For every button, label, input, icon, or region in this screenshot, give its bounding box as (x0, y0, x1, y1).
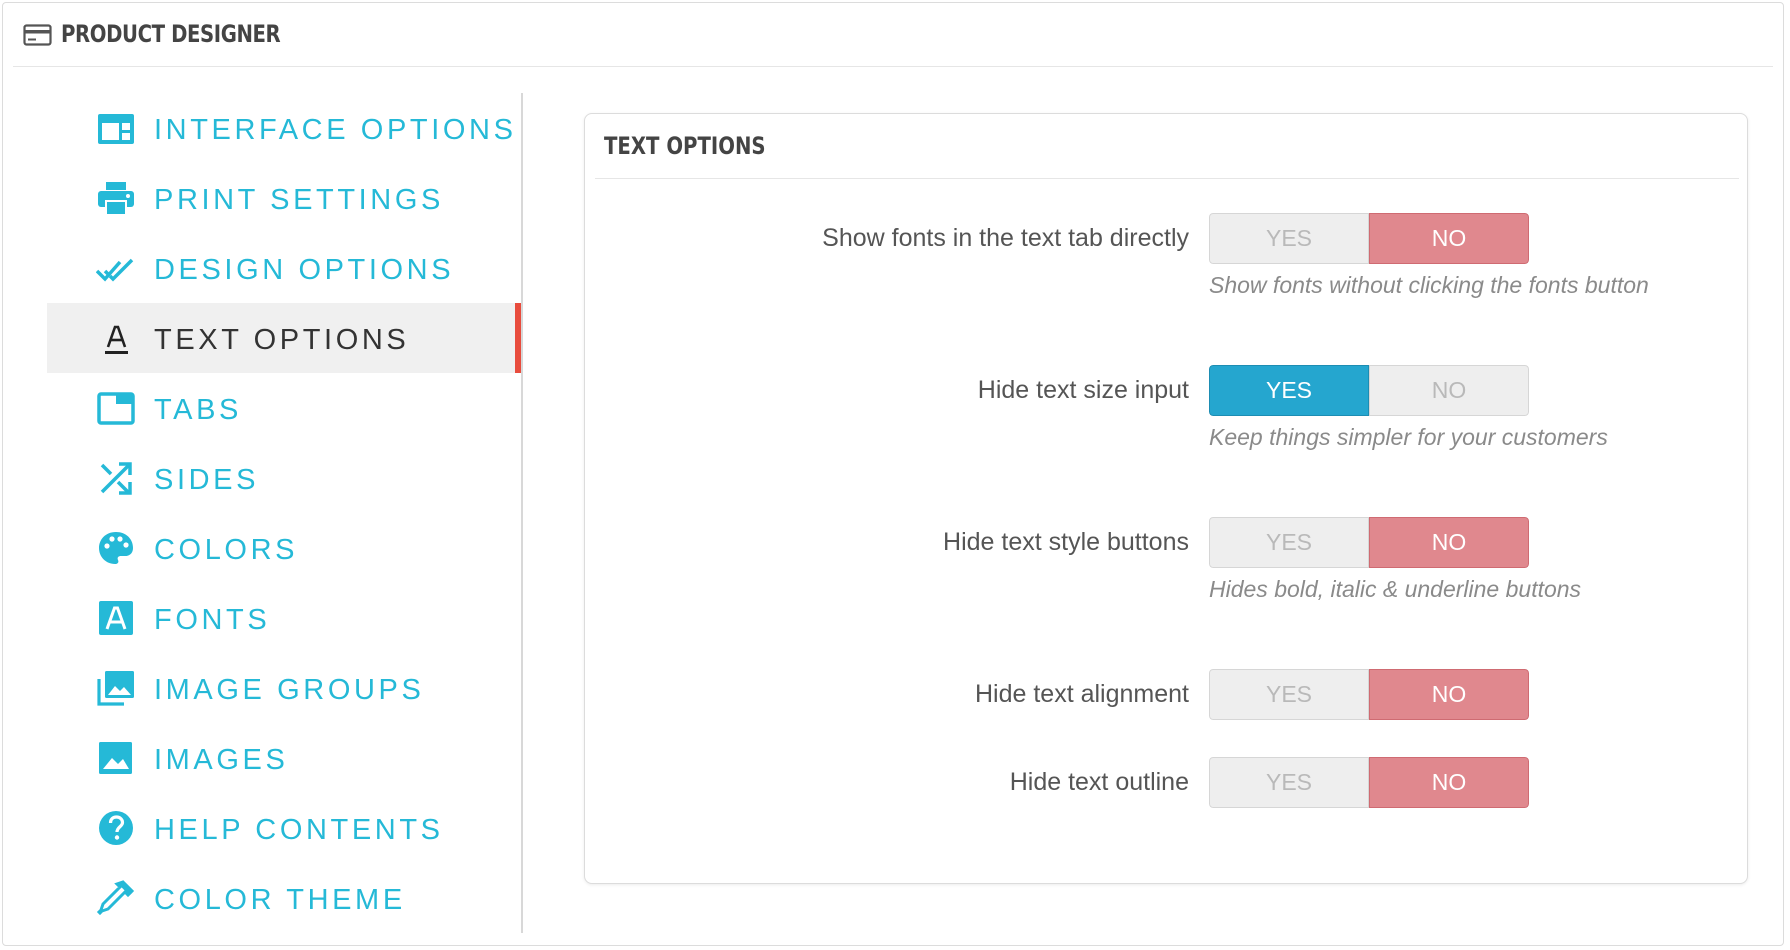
sidebar-item-help-contents[interactable]: HELP CONTENTS (47, 793, 521, 863)
sidebar-item-images[interactable]: IMAGES (47, 723, 521, 793)
credit-card-icon (23, 24, 52, 46)
sidebar-item-interface-options[interactable]: INTERFACE OPTIONS (47, 93, 521, 163)
sidebar-item-label: FONTS (154, 604, 271, 636)
option-help-text: Keep things simpler for your customers (1209, 424, 1608, 450)
hide-alignment-toggle[interactable]: YES NO (1209, 669, 1529, 720)
product-designer-panel: PRODUCT DESIGNER INTERFACE OPTIONS PRINT… (2, 2, 1784, 946)
option-label: Hide text style buttons (943, 528, 1189, 556)
option-label: Hide text alignment (974, 680, 1189, 708)
toggle-no-option[interactable]: NO (1369, 213, 1529, 264)
section-divider (595, 178, 1739, 179)
hide-outline-toggle[interactable]: YES NO (1209, 757, 1529, 808)
sidebar-item-label: INTERFACE OPTIONS (154, 114, 517, 146)
toggle-no-option[interactable]: NO (1369, 365, 1529, 416)
sidebar-item-label: PRINT SETTINGS (154, 184, 444, 216)
text-options-panel: TEXT OPTIONS Show fonts in the text tab … (584, 113, 1748, 884)
toggle-yes-option[interactable]: YES (1209, 365, 1369, 416)
hide-size-input-toggle[interactable]: YES NO (1209, 365, 1529, 416)
image-icon (99, 742, 132, 774)
tab-icon (97, 392, 135, 425)
show-fonts-toggle[interactable]: YES NO (1209, 213, 1529, 264)
option-help-text: Show fonts without clicking the fonts bu… (1209, 272, 1649, 298)
sidebar-item-fonts[interactable]: FONTS (47, 583, 521, 653)
sidebar-item-colors[interactable]: COLORS (47, 513, 521, 583)
image-group-icon (97, 671, 134, 706)
sidebar-divider (521, 93, 523, 933)
sidebar-item-label: SIDES (154, 464, 260, 496)
sidebar-item-text-options[interactable]: TEXT OPTIONS (47, 303, 521, 373)
section-title: TEXT OPTIONS (604, 132, 766, 160)
panel-title: PRODUCT DESIGNER (61, 20, 281, 48)
toggle-yes-option[interactable]: YES (1209, 757, 1369, 808)
sidebar-item-label: DESIGN OPTIONS (154, 254, 455, 286)
sidebar-item-print-settings[interactable]: PRINT SETTINGS (47, 163, 521, 233)
help-icon (99, 811, 133, 845)
sidebar-nav: INTERFACE OPTIONS PRINT SETTINGS DESIGN … (47, 93, 521, 933)
font-icon (99, 601, 133, 635)
eyedropper-icon (96, 880, 135, 916)
option-label: Hide text size input (977, 376, 1189, 404)
double-check-icon (96, 258, 134, 282)
option-label: Show fonts in the text tab directly (822, 224, 1189, 252)
option-help-text: Hides bold, italic & underline buttons (1209, 576, 1582, 602)
toggle-no-option[interactable]: NO (1369, 669, 1529, 720)
sidebar-item-label: IMAGES (154, 744, 289, 776)
sidebar-item-label: COLORS (154, 534, 299, 566)
sidebar-item-label: TABS (154, 394, 242, 426)
sidebar-item-tabs[interactable]: TABS (47, 373, 521, 443)
sidebar-item-label: IMAGE GROUPS (154, 674, 425, 706)
sidebar-item-sides[interactable]: SIDES (47, 443, 521, 513)
toggle-yes-option[interactable]: YES (1209, 213, 1369, 264)
toggle-yes-option[interactable]: YES (1209, 517, 1369, 568)
layout-icon (98, 114, 134, 144)
shuffle-icon (100, 462, 132, 495)
text-format-icon (105, 325, 128, 354)
sidebar-item-label: TEXT OPTIONS (154, 324, 410, 356)
option-label: Hide text outline (1009, 768, 1189, 796)
sidebar-item-label: HELP CONTENTS (154, 814, 444, 846)
sidebar-item-color-theme[interactable]: COLOR THEME (47, 863, 521, 933)
toggle-no-option[interactable]: NO (1369, 517, 1529, 568)
toggle-no-option[interactable]: NO (1369, 757, 1529, 808)
palette-icon (99, 532, 133, 564)
sidebar-item-image-groups[interactable]: IMAGE GROUPS (47, 653, 521, 723)
sidebar-item-design-options[interactable]: DESIGN OPTIONS (47, 233, 521, 303)
hide-style-buttons-toggle[interactable]: YES NO (1209, 517, 1529, 568)
printer-icon (98, 182, 134, 216)
sidebar-item-label: COLOR THEME (154, 884, 406, 916)
panel-header: PRODUCT DESIGNER (13, 3, 1773, 67)
toggle-yes-option[interactable]: YES (1209, 669, 1369, 720)
